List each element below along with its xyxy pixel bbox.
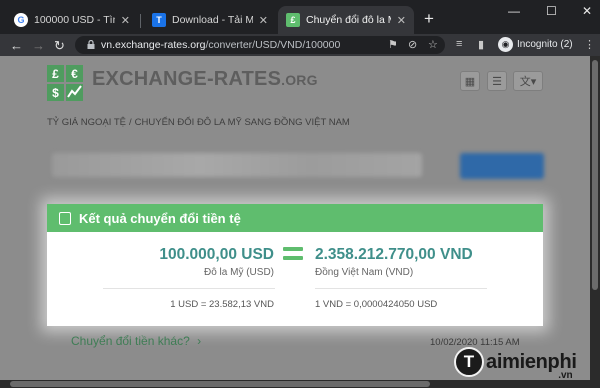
- eye-off-icon[interactable]: ⊘: [408, 38, 417, 51]
- to-amount: 2.358.212.770,00 VND: [315, 246, 473, 263]
- taimienphi-watermark: T aimienphi .vn: [454, 340, 577, 384]
- other-conversion-link[interactable]: Chuyển đổi tiền khác? ›: [71, 334, 201, 348]
- incognito-label: Incognito (2): [517, 39, 573, 50]
- divider: [103, 288, 275, 289]
- tab-divider: [140, 14, 141, 28]
- breadcrumb-separator: /: [129, 117, 132, 128]
- site-brand[interactable]: EXCHANGE-RATES.ORG: [92, 68, 318, 91]
- page-viewport: £ € $ EXCHANGE-RATES.ORG ▦ ☰ 文▾ TỶ GIÁ N…: [0, 56, 600, 388]
- calculator-icon: [59, 211, 71, 225]
- scrollbar-thumb[interactable]: [592, 60, 598, 290]
- conversion-result-card: Kết quả chuyển đổi tiền tệ 100.000,00 US…: [47, 204, 543, 326]
- vertical-scrollbar[interactable]: [590, 56, 600, 388]
- close-tab-icon[interactable]: ✕: [121, 14, 130, 27]
- url-host: vn.exchange-rates.org: [101, 39, 206, 51]
- horizontal-scrollbar[interactable]: [0, 380, 600, 388]
- new-tab-icon[interactable]: +: [424, 9, 434, 29]
- lock-icon: [87, 40, 95, 49]
- tab-title: 100000 USD - Tìm trên G: [34, 14, 115, 26]
- list-button[interactable]: ☰: [487, 71, 507, 91]
- reading-list-icon[interactable]: ≡: [456, 38, 462, 50]
- svg-text:$: $: [52, 86, 59, 100]
- list-icon: ☰: [492, 75, 502, 88]
- rate-to: 1 VND = 0,0000424050 USD: [315, 299, 438, 310]
- translate-icon[interactable]: ⚑: [388, 38, 398, 51]
- web-page: £ € $ EXCHANGE-RATES.ORG ▦ ☰ 文▾ TỶ GIÁ N…: [0, 56, 590, 388]
- close-tab-icon[interactable]: ✕: [259, 14, 268, 27]
- from-amount: 100.000,00 USD: [159, 246, 274, 263]
- side-panel-icon[interactable]: ▮: [478, 38, 484, 51]
- exchange-rates-logo[interactable]: £ € $: [47, 65, 83, 101]
- divider: [315, 288, 487, 289]
- url-path: /converter/USD/VND/100000: [205, 39, 341, 51]
- browser-toolbar: ← → ↻ vn.exchange-rates.org/converter/US…: [0, 34, 600, 56]
- language-button[interactable]: 文▾: [513, 71, 543, 91]
- tab-exchange-rates[interactable]: £ Chuyển đổi đô la Mỹ sang ✕: [278, 6, 414, 34]
- tab-google-search[interactable]: G 100000 USD - Tìm trên G ✕: [6, 6, 138, 34]
- minimize-icon[interactable]: —: [508, 4, 520, 18]
- incognito-indicator[interactable]: ◉ Incognito (2): [498, 37, 573, 52]
- brand-suffix: .ORG: [281, 72, 318, 88]
- blurred-converter-input[interactable]: [52, 153, 422, 177]
- other-conversion-label: Chuyển đổi tiền khác?: [71, 334, 190, 348]
- back-icon[interactable]: ←: [10, 38, 23, 53]
- language-icon: 文▾: [519, 76, 537, 88]
- to-currency-name: Đồng Việt Nam (VND): [315, 267, 414, 278]
- breadcrumb-item: CHUYỂN ĐỔI ĐÔ LA MỸ SANG ĐỒNG VIỆT NAM: [134, 117, 350, 128]
- taimienphi-icon: T: [152, 13, 166, 27]
- breadcrumb-item[interactable]: TỶ GIÁ NGOẠI TỆ: [47, 117, 126, 128]
- breadcrumb: TỶ GIÁ NGOẠI TỆ / CHUYỂN ĐỔI ĐÔ LA MỸ SANG…: [47, 117, 350, 128]
- brand-name: EXCHANGE-RATES: [92, 68, 282, 90]
- svg-text:£: £: [52, 67, 59, 81]
- chevron-right-icon: ›: [197, 334, 202, 348]
- menu-icon[interactable]: ⋮: [584, 38, 595, 51]
- tab-strip: G 100000 USD - Tìm trên G ✕ T Download -…: [0, 0, 600, 34]
- close-tab-icon[interactable]: ✕: [397, 14, 406, 27]
- tab-title: Download - Tải Miễn Phí: [172, 14, 253, 26]
- tab-title: Chuyển đổi đô la Mỹ sang: [306, 14, 391, 26]
- calculator-button[interactable]: ▦: [460, 71, 480, 91]
- rate-from: 1 USD = 23.582,13 VND: [170, 299, 274, 310]
- from-currency-name: Đô la Mỹ (USD): [203, 267, 274, 278]
- google-icon: G: [14, 13, 28, 27]
- equals-icon: [283, 247, 303, 261]
- star-icon[interactable]: ☆: [428, 38, 438, 51]
- scrollbar-thumb[interactable]: [10, 381, 430, 387]
- tab-download[interactable]: T Download - Tải Miễn Phí ✕: [144, 6, 276, 34]
- exchange-rates-icon: £: [286, 13, 300, 27]
- maximize-icon[interactable]: ☐: [546, 4, 557, 18]
- reload-icon[interactable]: ↻: [54, 38, 65, 54]
- calculator-icon: ▦: [464, 75, 476, 88]
- blurred-convert-button[interactable]: [460, 153, 544, 179]
- result-header: Kết quả chuyển đổi tiền tệ: [47, 204, 543, 232]
- incognito-icon: ◉: [498, 37, 513, 52]
- svg-text:€: €: [71, 67, 78, 81]
- result-heading: Kết quả chuyển đổi tiền tệ: [79, 210, 241, 226]
- forward-icon[interactable]: →: [32, 38, 45, 53]
- close-window-icon[interactable]: ✕: [582, 4, 592, 18]
- watermark-letter: T: [454, 347, 484, 377]
